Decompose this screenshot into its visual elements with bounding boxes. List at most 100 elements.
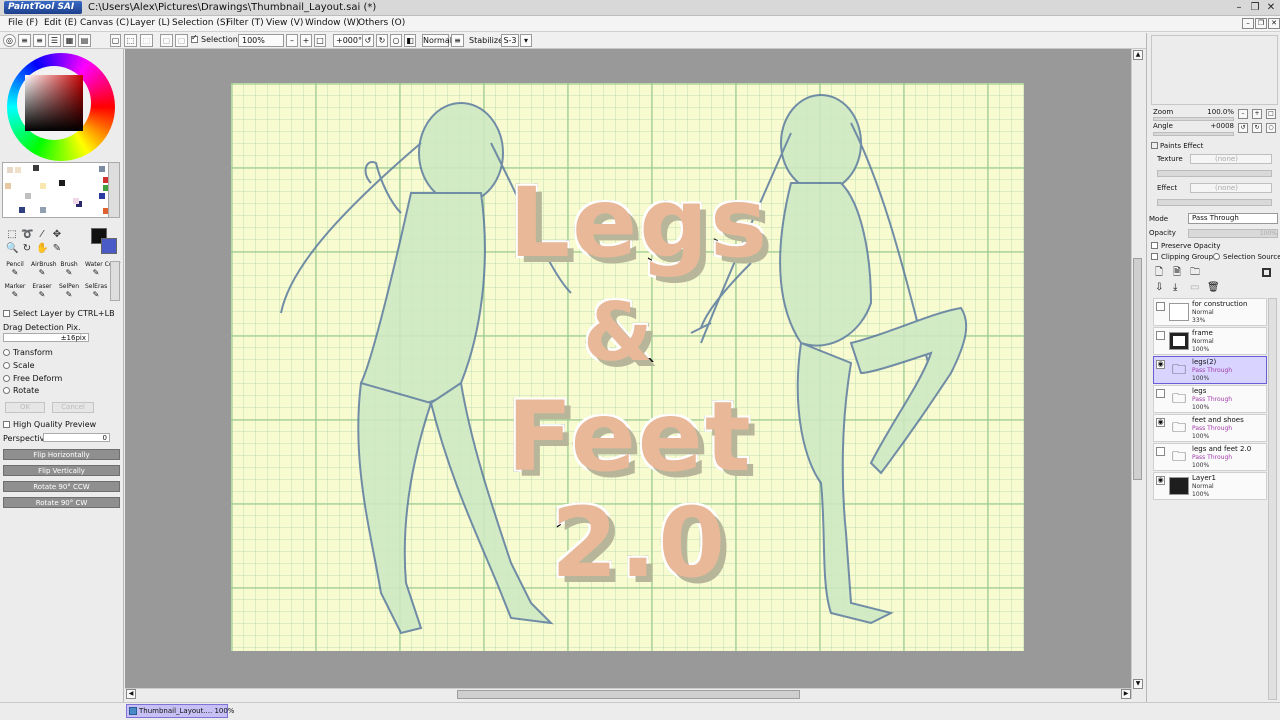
rgb-slider-toggle-icon[interactable]: ≡ xyxy=(18,34,31,47)
effect-select[interactable]: (none) xyxy=(1190,183,1272,193)
horizontal-scroll-thumb[interactable] xyxy=(457,690,800,699)
brush-water-color[interactable]: Water Color ✎ xyxy=(85,261,120,279)
nav-fit-icon[interactable]: □ xyxy=(1266,109,1276,119)
new-linework-layer-icon[interactable]: 🗎 xyxy=(1173,267,1184,278)
angle-field[interactable]: +000° xyxy=(333,34,365,47)
mdi-minimize-button[interactable]: – xyxy=(1242,18,1254,29)
nav-rotate-left-icon[interactable]: ↺ xyxy=(1238,123,1248,133)
new-layer-icon[interactable]: 🗋 xyxy=(1155,267,1166,278)
swatches-panel[interactable] xyxy=(2,162,120,218)
selection-source-checkbox[interactable]: Selection Source xyxy=(1213,253,1280,261)
menu-filter[interactable]: Filter (T) xyxy=(226,18,264,28)
swatch-bar-toggle-icon[interactable]: ☰ xyxy=(48,34,61,47)
clear-layer-icon[interactable]: ▭ xyxy=(1190,282,1201,293)
blend-mode-select[interactable]: Normal xyxy=(422,34,452,47)
brush-pencil[interactable]: Pencil ✎ xyxy=(4,261,26,279)
layer-row[interactable]: 🗀 legs Pass Through 100% xyxy=(1153,385,1267,413)
ok-button[interactable]: OK xyxy=(5,402,45,413)
stabilizer-dropdown-icon[interactable]: ▾ xyxy=(520,34,532,47)
mode-select[interactable]: Pass Through xyxy=(1188,213,1278,224)
swatch[interactable] xyxy=(15,167,21,173)
panel-toggle-icon[interactable]: ▢ xyxy=(110,34,121,47)
navigator-preview[interactable] xyxy=(1151,35,1278,105)
layer-row[interactable]: ◉ 🗀 feet and shoes Pass Through 100% xyxy=(1153,414,1267,442)
swatches-toggle-icon[interactable]: ▦ xyxy=(63,34,76,47)
rotate-reset-icon[interactable]: ○ xyxy=(390,34,402,47)
paints-effect-header[interactable]: Paints Effect xyxy=(1151,142,1203,150)
zoom-in-icon[interactable]: + xyxy=(300,34,312,47)
swatch[interactable] xyxy=(25,193,31,199)
angle-slider[interactable] xyxy=(1153,132,1234,136)
rotate-left-icon[interactable]: ↺ xyxy=(362,34,374,47)
swatch[interactable] xyxy=(99,166,105,172)
move-icon[interactable]: ✥ xyxy=(51,229,63,241)
free-deform-radio[interactable]: Free Deform xyxy=(3,374,62,383)
marquee-icon[interactable]: ⬚ xyxy=(6,229,18,241)
deselect-icon[interactable]: ⬚ xyxy=(124,34,137,47)
nav-rotate-right-icon[interactable]: ↻ xyxy=(1252,123,1262,133)
swatch[interactable] xyxy=(73,198,79,204)
fill-icon[interactable]: ▢ xyxy=(175,34,188,47)
layer-row[interactable]: for construction Normal 33% xyxy=(1153,298,1267,326)
swatch[interactable] xyxy=(7,167,13,173)
menu-edit[interactable]: Edit (E) xyxy=(44,18,77,28)
scratchpad-toggle-icon[interactable]: ▤ xyxy=(78,34,91,47)
hsv-slider-toggle-icon[interactable]: ≡ xyxy=(33,34,46,47)
selection-checkbox[interactable]: Selection xyxy=(191,33,238,44)
artwork-canvas[interactable]: Legs & Feet 2.0 xyxy=(231,83,1024,651)
menu-window[interactable]: Window (W) xyxy=(305,18,359,28)
swatch[interactable] xyxy=(99,193,105,199)
magic-wand-icon[interactable]: ⁄ xyxy=(36,229,48,241)
layer-row[interactable]: frame Normal 100% xyxy=(1153,327,1267,355)
brush-selpen[interactable]: SelPen ✎ xyxy=(58,283,80,301)
eye-icon[interactable] xyxy=(1156,447,1165,456)
swatch[interactable] xyxy=(33,165,39,171)
canvas-area[interactable]: Legs & Feet 2.0 xyxy=(125,49,1145,699)
invert-selection-icon[interactable]: ⬚ xyxy=(140,34,153,47)
scroll-right-icon[interactable]: ▶ xyxy=(1121,689,1131,699)
zoom-slider[interactable] xyxy=(1153,117,1234,121)
menu-canvas[interactable]: Canvas (C) xyxy=(80,18,129,28)
texture-select[interactable]: (none) xyxy=(1190,154,1272,164)
brush-brush[interactable]: Brush ✎ xyxy=(58,261,80,279)
menu-selection[interactable]: Selection (S) xyxy=(172,18,229,28)
zoom-field[interactable]: 100% xyxy=(238,34,284,47)
texture-scale-slider[interactable] xyxy=(1157,170,1272,177)
scroll-left-icon[interactable]: ◀ xyxy=(126,689,136,699)
vertical-scroll-thumb[interactable] xyxy=(1133,258,1142,480)
swatch[interactable] xyxy=(59,180,65,186)
eyedropper-icon[interactable]: ✎ xyxy=(51,243,63,255)
rotate-cw-button[interactable]: Rotate 90° CW xyxy=(3,497,120,508)
flip-horizontally-button[interactable]: Flip Horizontally xyxy=(3,449,120,460)
zoom-reset-icon[interactable]: □ xyxy=(314,34,326,47)
hand-icon[interactable]: ✋ xyxy=(36,243,48,255)
flip-vertically-button[interactable]: Flip Vertically xyxy=(3,465,120,476)
cancel-button[interactable]: Cancel xyxy=(52,402,94,413)
drag-detection-slider[interactable]: ±16pix xyxy=(3,333,89,342)
stabilizer-select[interactable]: S-3 xyxy=(501,34,519,47)
hq-preview-checkbox[interactable]: High Quality Preview xyxy=(3,420,96,429)
eye-icon[interactable] xyxy=(1156,389,1165,398)
color-wheel-toggle-icon[interactable]: ◎ xyxy=(3,34,16,47)
layer-row[interactable]: 🗀 legs and feet 2.0 Pass Through 100% xyxy=(1153,443,1267,471)
swatch[interactable] xyxy=(40,183,46,189)
secondary-color[interactable] xyxy=(101,238,117,254)
menu-icon[interactable]: ≡ xyxy=(451,34,464,47)
swatches-scrollbar[interactable] xyxy=(108,163,119,217)
swatch[interactable] xyxy=(19,207,25,213)
rotate-ccw-button[interactable]: Rotate 90° CCW xyxy=(3,481,120,492)
brush-scrollbar[interactable] xyxy=(110,261,120,301)
swatch[interactable] xyxy=(5,183,11,189)
scroll-down-icon[interactable]: ▼ xyxy=(1133,679,1143,689)
delete-layer-icon[interactable]: 🗑 xyxy=(1207,282,1220,293)
eye-icon[interactable]: ◉ xyxy=(1156,360,1165,369)
perspective-slider[interactable]: 0 xyxy=(43,433,110,442)
menu-others[interactable]: Others (O) xyxy=(358,18,405,28)
eye-icon[interactable] xyxy=(1156,331,1165,340)
clipping-group-checkbox[interactable]: Clipping Group xyxy=(1151,253,1213,261)
layer-row[interactable]: ◉ Layer1 Normal 100% xyxy=(1153,472,1267,500)
transform-radio[interactable]: Transform xyxy=(3,348,53,357)
mdi-close-button[interactable]: ✕ xyxy=(1268,18,1280,29)
menu-view[interactable]: View (V) xyxy=(266,18,303,28)
saturation-value-square[interactable] xyxy=(25,75,83,131)
